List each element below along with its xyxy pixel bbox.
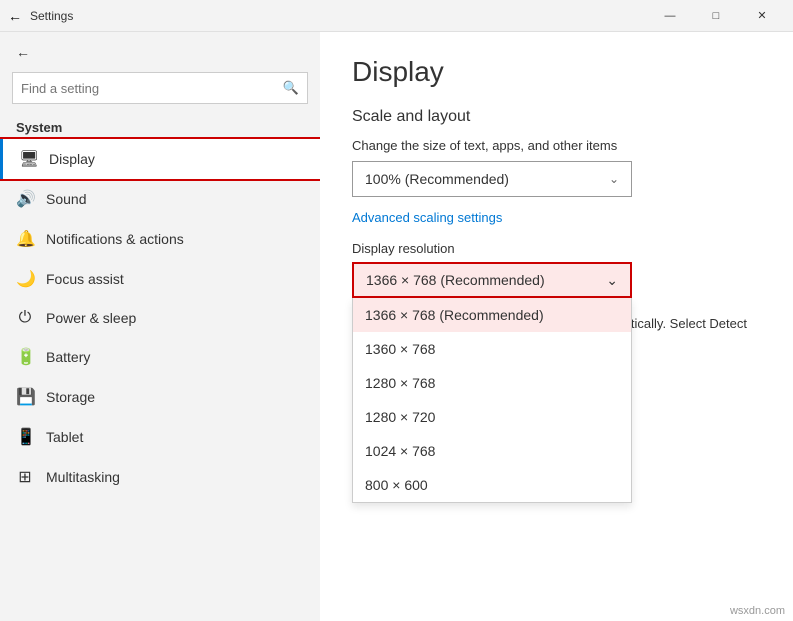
focus-assist-icon: 🌙 <box>16 269 34 289</box>
scale-dropdown-value: 100% (Recommended) <box>365 171 509 187</box>
resolution-dropdown-selected[interactable]: 1366 × 768 (Recommended) ⌄ <box>352 262 632 298</box>
title-bar-title: Settings <box>30 9 73 23</box>
sidebar-search[interactable]: 🔍 <box>12 72 308 104</box>
sidebar-items-container: 🖥 Display 🔊 Sound 🔔 Notifications & acti… <box>0 139 320 497</box>
sound-label: Sound <box>46 191 86 207</box>
sidebar-item-battery[interactable]: 🔋 Battery <box>0 337 320 377</box>
title-bar: ← Settings — □ ✕ <box>0 0 793 32</box>
tablet-icon: 📱 <box>16 427 34 447</box>
battery-icon: 🔋 <box>16 347 34 367</box>
advanced-scaling-link[interactable]: Advanced scaling settings <box>352 210 502 225</box>
resolution-selected-value: 1366 × 768 (Recommended) <box>366 272 545 288</box>
sidebar-item-tablet[interactable]: 📱 Tablet <box>0 417 320 457</box>
resolution-list-item[interactable]: 1280 × 768 <box>353 366 631 400</box>
close-button[interactable]: ✕ <box>739 0 785 32</box>
power-sleep-icon: ⏻ <box>16 309 34 327</box>
sidebar-item-power-sleep[interactable]: ⏻ Power & sleep <box>0 299 320 337</box>
scale-label: Change the size of text, apps, and other… <box>352 138 761 153</box>
maximize-button[interactable]: □ <box>693 0 739 32</box>
focus-assist-label: Focus assist <box>46 271 124 287</box>
main-layout: ← 🔍 System 🖥 Display 🔊 Sound 🔔 Notificat… <box>0 32 793 621</box>
sound-icon: 🔊 <box>16 189 34 209</box>
sidebar-section-title: System <box>0 112 320 139</box>
notifications-label: Notifications & actions <box>46 231 184 247</box>
notifications-icon: 🔔 <box>16 229 34 249</box>
minimize-button[interactable]: — <box>647 0 693 32</box>
search-icon: 🔍 <box>283 80 299 96</box>
section-title: Scale and layout <box>352 108 761 126</box>
sidebar-back[interactable]: ← <box>0 32 320 72</box>
resolution-list-item[interactable]: 1366 × 768 (Recommended) <box>353 298 631 332</box>
content-area: Display Scale and layout Change the size… <box>320 32 793 621</box>
resolution-list-item[interactable]: 1280 × 720 <box>353 400 631 434</box>
resolution-chevron-icon: ⌄ <box>606 272 618 289</box>
search-input[interactable] <box>21 81 283 96</box>
battery-label: Battery <box>46 349 90 365</box>
page-title: Display <box>352 56 761 88</box>
sidebar-item-notifications[interactable]: 🔔 Notifications & actions <box>0 219 320 259</box>
storage-label: Storage <box>46 389 95 405</box>
resolution-list: 1366 × 768 (Recommended)1360 × 7681280 ×… <box>352 298 632 503</box>
title-bar-left: ← Settings <box>8 8 73 24</box>
resolution-list-item[interactable]: 1024 × 768 <box>353 434 631 468</box>
title-bar-controls: — □ ✕ <box>647 0 785 32</box>
scale-dropdown-wrapper: 100% (Recommended) ⌄ <box>352 161 761 197</box>
storage-icon: 💾 <box>16 387 34 407</box>
multitasking-icon: ⊞ <box>16 467 34 487</box>
sidebar: ← 🔍 System 🖥 Display 🔊 Sound 🔔 Notificat… <box>0 32 320 621</box>
multitasking-label: Multitasking <box>46 469 120 485</box>
sidebar-item-multitasking[interactable]: ⊞ Multitasking <box>0 457 320 497</box>
watermark: wsxdn.com <box>730 605 785 617</box>
back-icon: ← <box>16 44 30 60</box>
scale-dropdown-chevron-icon: ⌄ <box>609 172 619 186</box>
resolution-list-item[interactable]: 1360 × 768 <box>353 332 631 366</box>
sidebar-item-focus-assist[interactable]: 🌙 Focus assist <box>0 259 320 299</box>
sidebar-item-storage[interactable]: 💾 Storage <box>0 377 320 417</box>
title-bar-back-icon[interactable]: ← <box>8 8 22 24</box>
resolution-dropdown-container: 1366 × 768 (Recommended) ⌄ 1366 × 768 (R… <box>352 262 632 298</box>
display-label: Display <box>49 151 95 167</box>
display-icon: 🖥 <box>19 149 37 169</box>
scale-dropdown[interactable]: 100% (Recommended) ⌄ <box>352 161 632 197</box>
power-sleep-label: Power & sleep <box>46 310 136 326</box>
sidebar-item-sound[interactable]: 🔊 Sound <box>0 179 320 219</box>
resolution-list-item[interactable]: 800 × 600 <box>353 468 631 502</box>
tablet-label: Tablet <box>46 429 83 445</box>
sidebar-item-display[interactable]: 🖥 Display <box>0 139 320 179</box>
resolution-label: Display resolution <box>352 241 761 256</box>
